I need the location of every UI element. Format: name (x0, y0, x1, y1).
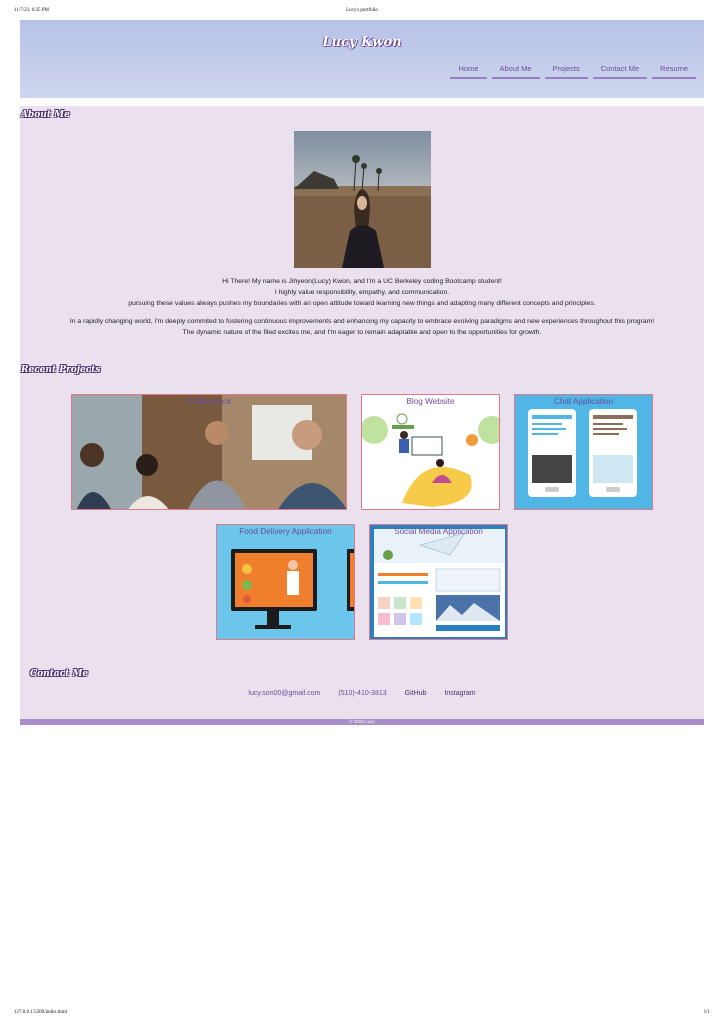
about-pursuit: pursuing these values always pushes my b… (128, 300, 596, 307)
about-intro: Hi There! My name is Jihyeon(Lucy) Kwon,… (222, 278, 502, 285)
contact-phone-link[interactable]: (510)-410-3813 (338, 690, 386, 697)
about-dynamic: The dynamic nature of the filed excites … (182, 329, 542, 336)
profile-photo (294, 131, 431, 268)
about-values: I highly value responsibility, empathy, … (274, 289, 450, 296)
nav-home[interactable]: Home (450, 62, 487, 79)
copyright-text: © 2023 Lucy (349, 719, 375, 724)
project-title-blog: Blog Website (406, 397, 455, 406)
github-link[interactable]: GitHub (405, 690, 427, 697)
print-url: 127.0.0.1:5500/index.html (14, 1010, 68, 1015)
project-card-blog[interactable]: Blog Website (361, 394, 500, 510)
contact-email-link[interactable]: lucy.son00@gmail.com (248, 690, 320, 697)
print-doc-title: Lucy's portfolio (346, 8, 378, 13)
nav-projects[interactable]: Projects (544, 62, 588, 79)
print-page-number: 1/1 (703, 1010, 710, 1015)
projects-heading: Recent Projects (21, 365, 101, 375)
page: Lucy Kwon Home About Me Projects Contact… (20, 20, 704, 725)
contact-links: lucy.son00@gmail.com (510)-410-3813 GitH… (20, 690, 704, 697)
instagram-link[interactable]: Instagram (444, 690, 475, 697)
nav-resume[interactable]: Resume (652, 62, 696, 79)
project-title-rubberduck: Rubberduck (186, 397, 232, 406)
about-commitment: In a rapidly changing world, I'm deeply … (69, 318, 655, 325)
site-footer: © 2023 Lucy (20, 719, 704, 725)
nav-contact[interactable]: Contact Me (592, 62, 648, 79)
nav-about[interactable]: About Me (491, 62, 540, 79)
project-title-social-media: Social Media Application (394, 527, 483, 536)
print-footer: 127.0.0.1:5500/index.html 1/1 (14, 1010, 710, 1015)
main-nav: Home About Me Projects Contact Me Resume (450, 62, 696, 79)
project-card-social-media[interactable]: Social Media Application (369, 524, 508, 640)
project-title-chat: Chat Application (553, 397, 614, 406)
about-heading: About Me (21, 110, 70, 120)
contact-heading: Contact Me (30, 669, 89, 679)
project-card-chat[interactable]: Chat Application (514, 394, 653, 510)
project-card-rubberduck[interactable]: Rubberduck (71, 394, 347, 510)
main-content: About Me Hi There! My name is Jihyeon(Lu… (20, 106, 704, 719)
project-card-food-delivery[interactable]: Food Delivery Application (216, 524, 355, 640)
site-header: Lucy Kwon Home About Me Projects Contact… (20, 20, 704, 98)
site-title: Lucy Kwon (322, 35, 402, 50)
project-title-food-delivery: Food Delivery Application (239, 527, 332, 536)
